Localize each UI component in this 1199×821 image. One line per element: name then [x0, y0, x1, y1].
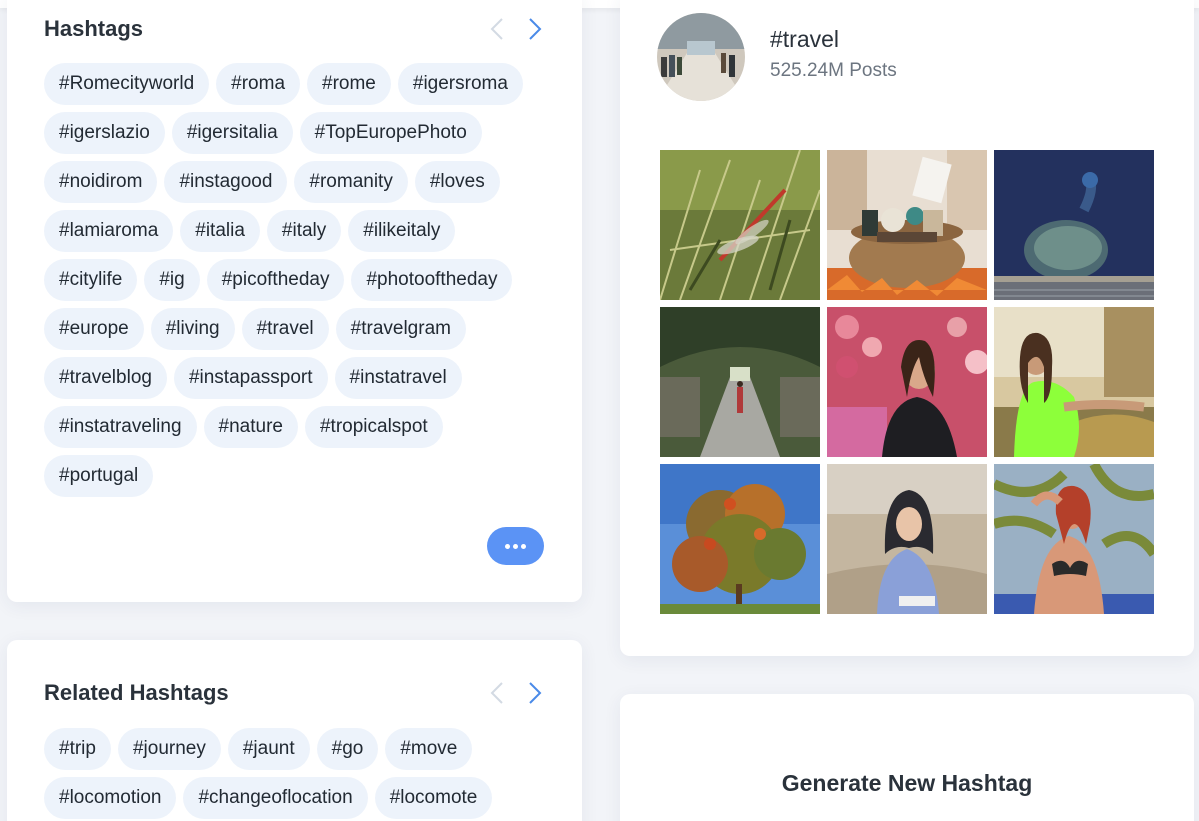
hashtag-list: #Romecityworld #roma #rome #igersroma #i…	[44, 63, 552, 497]
hashtag-chip[interactable]: #instapassport	[173, 357, 328, 399]
hashtag-chip[interactable]: #noidirom	[44, 161, 158, 203]
chevron-right-icon	[529, 682, 542, 704]
chevron-left-icon	[490, 682, 503, 704]
hashtag-chip[interactable]: #rome	[307, 63, 391, 105]
hashtag-chip[interactable]: #instatraveling	[44, 406, 197, 448]
photo-dragonfly[interactable]	[660, 150, 820, 300]
hashtag-chip[interactable]: #instatravel	[334, 357, 462, 399]
prev-button[interactable]	[486, 14, 508, 44]
hashtag-chip[interactable]: #living	[150, 308, 235, 350]
hashtag-chip[interactable]: #jaunt	[227, 728, 310, 770]
hashtag-chip[interactable]: #lamiaroma	[44, 210, 174, 252]
hashtag-chip[interactable]: #portugal	[44, 455, 154, 497]
hashtag-chip[interactable]: #picoftheday	[206, 259, 345, 301]
next-button[interactable]	[524, 678, 546, 708]
photo-woman-hijab[interactable]	[827, 464, 987, 614]
generate-hashtag-title: Generate New Hashtag	[781, 770, 1033, 796]
photo-peacock[interactable]	[994, 150, 1154, 300]
hashtag-chip[interactable]: #igersroma	[397, 63, 523, 105]
more-dots-icon	[505, 543, 510, 549]
hashtag-chip[interactable]: #TopEuropePhoto	[299, 112, 482, 154]
hashtag-chip[interactable]: #instagood	[164, 161, 288, 203]
hashtag-chip[interactable]: #Romecityworld	[44, 63, 210, 105]
hashtag-detail-card: #travel 525.24M Posts	[620, 0, 1194, 656]
related-hashtags-title: Related Hashtags	[44, 680, 229, 705]
hashtag-avatar	[657, 13, 745, 101]
generate-hashtag-card: Generate New Hashtag	[620, 694, 1194, 821]
more-button[interactable]	[487, 527, 544, 565]
hashtag-chip[interactable]: #move	[385, 728, 473, 770]
related-hashtag-list: #trip #journey #jaunt #go #move #locomot…	[44, 728, 552, 819]
photo-woman-neon-shirt[interactable]	[994, 307, 1154, 457]
hashtag-chip[interactable]: #citylife	[44, 259, 138, 301]
chevron-left-icon	[490, 18, 503, 40]
photo-woman-flowers[interactable]	[827, 307, 987, 457]
hashtag-chip[interactable]: #nature	[203, 406, 298, 448]
photo-woman-palm[interactable]	[994, 464, 1154, 614]
post-count: 525.24M Posts	[770, 60, 897, 81]
hashtag-chip[interactable]: #journey	[117, 728, 221, 770]
related-hashtags-card: Related Hashtags #trip #journey #jaunt #…	[7, 640, 582, 821]
hashtags-card: Hashtags #Romecityworld #roma #rome #ige…	[7, 0, 582, 602]
hashtags-title: Hashtags	[44, 16, 144, 41]
hashtag-chip[interactable]: #romanity	[294, 161, 408, 203]
hashtag-chip[interactable]: #go	[316, 728, 379, 770]
photo-gift-basket[interactable]	[827, 150, 987, 300]
related-nav	[486, 678, 546, 708]
hashtag-chip[interactable]: #loves	[414, 161, 500, 203]
hashtag-chip[interactable]: #italy	[266, 210, 342, 252]
hashtag-chip[interactable]: #igersitalia	[171, 112, 293, 154]
hashtag-chip[interactable]: #travelblog	[44, 357, 167, 399]
hashtag-chip[interactable]: #trip	[44, 728, 111, 770]
hashtags-nav	[486, 14, 546, 44]
hashtag-chip[interactable]: #europe	[44, 308, 144, 350]
hashtag-chip[interactable]: #changeoflocation	[183, 777, 368, 819]
hashtag-name: #travel	[770, 26, 840, 52]
hashtag-chip[interactable]: #ilikeitaly	[348, 210, 456, 252]
photo-grid	[660, 150, 1154, 614]
hashtag-chip[interactable]: #ig	[144, 259, 200, 301]
next-button[interactable]	[524, 14, 546, 44]
hashtag-chip[interactable]: #roma	[216, 63, 301, 105]
prev-button[interactable]	[486, 678, 508, 708]
photo-autumn-tree[interactable]	[660, 464, 820, 614]
hashtag-chip[interactable]: #travel	[241, 308, 329, 350]
photo-tunnel-walkway[interactable]	[660, 307, 820, 457]
hashtag-chip[interactable]: #locomotion	[44, 777, 177, 819]
hashtag-chip[interactable]: #tropicalspot	[304, 406, 443, 448]
more-dots-icon	[521, 543, 526, 549]
chevron-right-icon	[529, 18, 542, 40]
hashtag-chip[interactable]: #igerslazio	[44, 112, 165, 154]
hashtag-chip[interactable]: #travelgram	[335, 308, 466, 350]
hashtag-chip[interactable]: #photooftheday	[351, 259, 513, 301]
hashtag-chip[interactable]: #italia	[180, 210, 260, 252]
hashtag-chip[interactable]: #locomote	[374, 777, 493, 819]
more-dots-icon	[513, 543, 518, 549]
